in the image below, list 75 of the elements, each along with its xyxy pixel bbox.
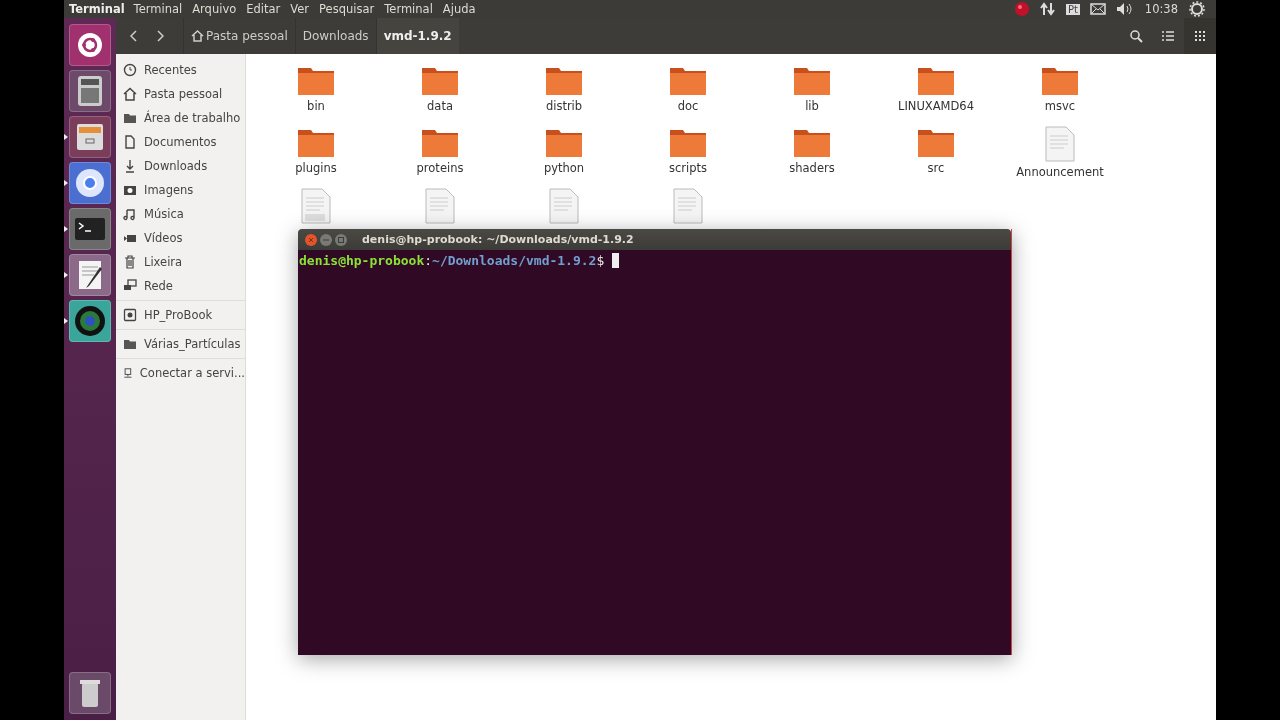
- folder-icon: [123, 111, 137, 125]
- sidebar-item[interactable]: Downloads: [116, 154, 245, 178]
- calculator-icon[interactable]: [69, 70, 111, 112]
- mail-icon[interactable]: [1089, 3, 1106, 15]
- music-icon: [123, 207, 137, 221]
- file-name[interactable]: distrib: [545, 99, 583, 113]
- terminal-icon[interactable]: [69, 208, 111, 250]
- server-icon: [123, 366, 133, 380]
- file-name[interactable]: src: [927, 161, 945, 175]
- close-icon[interactable]: [305, 233, 317, 246]
- sidebar-item[interactable]: Vídeos: [116, 226, 245, 250]
- sidebar-item[interactable]: Rede: [116, 274, 245, 298]
- file-name[interactable]: lib: [805, 99, 819, 113]
- file-name[interactable]: doc: [677, 99, 699, 113]
- window-title: denis@hp-probook: ~/Downloads/vmd-1.9.2: [362, 233, 634, 246]
- maximize-icon[interactable]: [335, 233, 347, 246]
- app-title: Terminal: [68, 2, 126, 16]
- grid-view-button[interactable]: [1184, 18, 1216, 54]
- file-name[interactable]: msvc: [1044, 99, 1076, 113]
- breadcrumb[interactable]: vmd-1.9.2: [375, 18, 459, 54]
- text-editor-icon[interactable]: [69, 254, 111, 296]
- document-icon: [123, 135, 137, 149]
- sidebar-item[interactable]: Pasta pessoal: [116, 82, 245, 106]
- sidebar-item[interactable]: Várias_Partículas: [116, 332, 245, 356]
- home-icon: [191, 30, 204, 42]
- download-icon: [123, 159, 137, 173]
- record-icon[interactable]: [1013, 1, 1030, 17]
- home-icon: [123, 87, 137, 101]
- file-name[interactable]: bin: [307, 99, 325, 113]
- file-name[interactable]: LINUXAMD64: [898, 99, 974, 113]
- clock[interactable]: 10:38: [1144, 2, 1178, 16]
- file-name[interactable]: shaders: [789, 161, 835, 175]
- file-cabinet-icon[interactable]: [69, 116, 111, 158]
- menu-item[interactable]: Terminal: [380, 2, 439, 16]
- forward-icon: [156, 30, 164, 42]
- file-name[interactable]: Announcement: [1016, 165, 1104, 179]
- menu-item[interactable]: Terminal: [129, 2, 189, 16]
- prompt-line: denis@hp-probook:~/Downloads/vmd-1.9.2$: [299, 253, 605, 268]
- file-name[interactable]: scripts: [668, 161, 707, 175]
- menu-item[interactable]: Editar: [242, 2, 287, 16]
- file-name[interactable]: data: [427, 99, 453, 113]
- minimize-icon[interactable]: [320, 233, 332, 246]
- camera-icon: [123, 183, 137, 197]
- clock-icon: [123, 63, 137, 77]
- menu-item[interactable]: Pesquisar: [315, 2, 381, 16]
- sidebar-item[interactable]: Área de trabalho: [116, 106, 245, 130]
- menu-item[interactable]: Arquivo: [188, 2, 243, 16]
- menu-item[interactable]: Ajuda: [438, 2, 482, 16]
- drive-icon: [123, 308, 137, 322]
- trash-icon[interactable]: [69, 672, 111, 714]
- grid-icon: [1194, 30, 1206, 42]
- file-name[interactable]: plugins: [295, 161, 337, 175]
- sidebar-item[interactable]: Conectar a servi...: [116, 361, 245, 385]
- menu-item[interactable]: Ver: [286, 2, 316, 16]
- network-icon: [123, 279, 137, 293]
- search-icon: [1129, 29, 1143, 43]
- trash-icon: [123, 255, 137, 269]
- folder-icon: [123, 337, 137, 351]
- sidebar-item[interactable]: Lixeira: [116, 250, 245, 274]
- keyboard-layout[interactable]: Pt: [1065, 3, 1080, 15]
- browser-icon[interactable]: [69, 162, 111, 204]
- sidebar-item[interactable]: Imagens: [116, 178, 245, 202]
- sidebar-item[interactable]: Documentos: [116, 130, 245, 154]
- sidebar-item[interactable]: Recentes: [116, 58, 245, 82]
- file-name[interactable]: python: [543, 161, 585, 175]
- list-icon: [1162, 31, 1174, 41]
- sidebar-item[interactable]: Música: [116, 202, 245, 226]
- network-icon[interactable]: [1039, 2, 1056, 16]
- ubuntu-logo-icon[interactable]: [69, 24, 111, 66]
- back-icon: [130, 30, 138, 42]
- sidebar-item[interactable]: HP_ProBook: [116, 303, 245, 327]
- camera-lens-icon[interactable]: [69, 300, 111, 342]
- text-cursor: [612, 253, 620, 268]
- volume-icon[interactable]: [1115, 2, 1134, 16]
- file-name[interactable]: proteins: [416, 161, 464, 175]
